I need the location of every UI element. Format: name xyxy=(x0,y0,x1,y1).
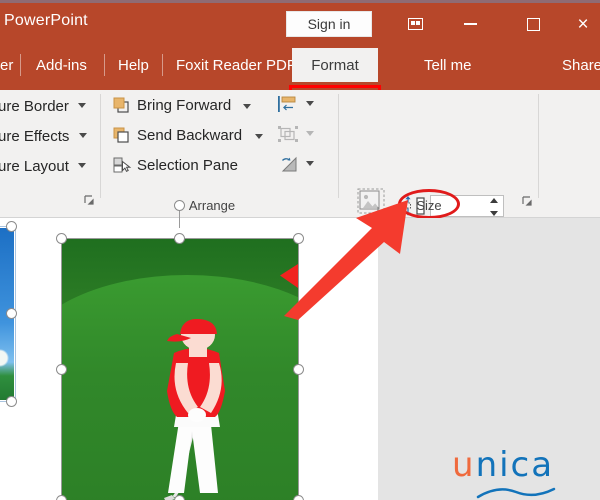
resize-handle-top-right[interactable] xyxy=(293,233,304,244)
group-separator xyxy=(100,94,101,198)
minimize-glyph xyxy=(463,23,477,25)
picture-layout-button[interactable]: ure Layout xyxy=(0,158,87,175)
resize-handle-bottom-center[interactable] xyxy=(174,495,185,500)
app-title: PowerPoint xyxy=(4,12,88,29)
bring-forward-button[interactable]: Bring Forward xyxy=(112,96,231,114)
tab-separator xyxy=(162,54,163,76)
arrange-group-label: Arrange xyxy=(188,198,236,213)
send-backward-button[interactable]: Send Backward xyxy=(112,126,242,144)
picture-border-label: ure Border xyxy=(0,98,69,115)
bring-forward-icon xyxy=(112,96,132,114)
align-chevron-down-icon[interactable] xyxy=(306,101,314,106)
ribbon-display-options-icon[interactable] xyxy=(395,11,435,37)
bring-forward-label: Bring Forward xyxy=(137,96,232,114)
tab-truncated[interactable]: er xyxy=(0,48,21,82)
send-backward-icon xyxy=(112,126,132,144)
resize-handle-top-center[interactable] xyxy=(174,233,185,244)
stepper-down-icon[interactable] xyxy=(490,211,498,216)
send-backward-chevron-down-icon[interactable] xyxy=(255,134,263,139)
resize-handle-bottom-right[interactable] xyxy=(293,495,304,500)
chevron-down-icon[interactable] xyxy=(78,163,87,168)
rotation-handle[interactable] xyxy=(174,200,185,211)
group-separator xyxy=(538,94,539,198)
ribbon-display-options-glyph xyxy=(407,18,423,30)
resize-handle-middle-left[interactable] xyxy=(56,364,67,375)
share-label[interactable]: Share xyxy=(554,48,600,82)
unica-logo-u: u xyxy=(452,445,476,485)
tab-add-ins[interactable]: Add-ins xyxy=(28,48,95,82)
selection-pane-icon xyxy=(112,156,132,174)
size-group-label: Size xyxy=(416,198,442,213)
golf-picture-selection-outline xyxy=(61,238,299,500)
tab-help[interactable]: Help xyxy=(110,48,157,82)
rotate-chevron-down-icon[interactable] xyxy=(306,161,314,166)
rotate-icon[interactable] xyxy=(279,154,301,179)
tab-separator xyxy=(104,54,105,76)
shape-height-stepper[interactable] xyxy=(490,198,500,216)
tell-me-label[interactable]: Tell me xyxy=(416,48,480,82)
size-dialog-launcher[interactable] xyxy=(522,196,533,207)
maximize-icon[interactable] xyxy=(513,11,553,37)
ribbon-format-contents: ure Border ure Effects ure Layout Bring … xyxy=(0,90,600,257)
resize-handle-bottom-left[interactable] xyxy=(56,495,67,500)
picture-effects-label: ure Effects xyxy=(0,128,70,145)
picture-effects-button[interactable]: ure Effects xyxy=(0,128,87,145)
unica-logo-swoosh-icon xyxy=(476,487,556,499)
picture-border-button[interactable]: ure Border xyxy=(0,98,87,115)
group-icon[interactable] xyxy=(277,125,299,148)
bring-forward-chevron-down-icon[interactable] xyxy=(243,104,251,109)
group-separator xyxy=(338,94,339,198)
picture-styles-dialog-launcher[interactable] xyxy=(84,195,95,206)
chevron-down-icon[interactable] xyxy=(78,103,87,108)
ribbon-tab-strip: er Add-ins Help Foxit Reader PDF Format … xyxy=(0,40,600,125)
sky-handle-top[interactable] xyxy=(6,221,17,232)
group-chevron-down-icon[interactable] xyxy=(306,131,314,136)
resize-handle-middle-right[interactable] xyxy=(293,364,304,375)
sky-handle-bottom[interactable] xyxy=(6,396,17,407)
selection-pane-button[interactable]: Selection Pane xyxy=(112,156,238,174)
unica-logo-rest: nica xyxy=(475,445,555,485)
close-glyph: × xyxy=(577,13,589,35)
sign-in-button[interactable]: Sign in xyxy=(286,11,372,37)
selection-pane-label: Selection Pane xyxy=(137,156,238,174)
stepper-up-icon[interactable] xyxy=(490,198,498,203)
tab-format[interactable]: Format xyxy=(292,48,378,82)
close-icon[interactable]: × xyxy=(572,11,600,37)
unica-logo: unica xyxy=(452,448,554,482)
minimize-icon[interactable] xyxy=(450,11,490,37)
maximize-glyph xyxy=(526,17,540,31)
chevron-down-icon[interactable] xyxy=(78,133,87,138)
tab-foxit-reader-pdf[interactable]: Foxit Reader PDF xyxy=(168,48,304,82)
align-icon[interactable] xyxy=(277,95,299,118)
tab-separator xyxy=(20,54,21,76)
send-backward-label: Send Backward xyxy=(137,126,243,144)
picture-layout-label: ure Layout xyxy=(0,158,69,175)
powerpoint-window: PowerPoint Sign in × er Add-ins Help Fox… xyxy=(0,0,600,500)
resize-handle-top-left[interactable] xyxy=(56,233,67,244)
title-bar: PowerPoint Sign in × xyxy=(0,0,600,40)
sky-handle-middle[interactable] xyxy=(6,308,17,319)
